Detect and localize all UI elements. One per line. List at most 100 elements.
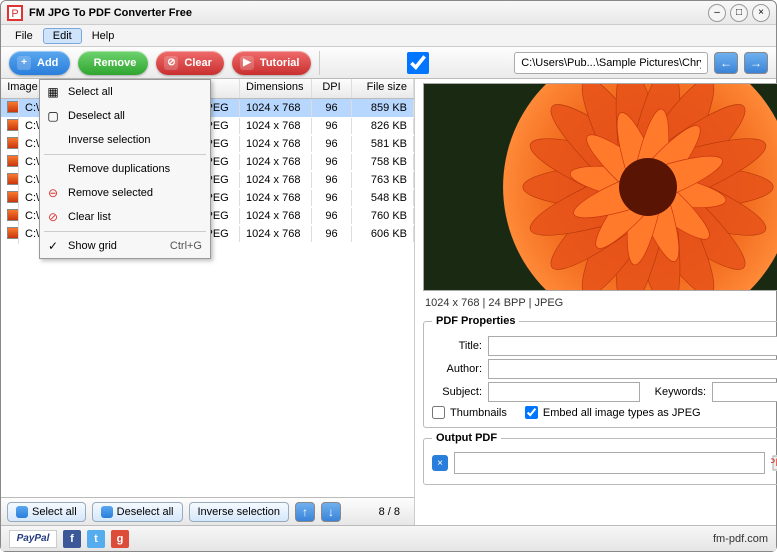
minimize-button[interactable]: –	[708, 4, 726, 22]
footer-inverse-selection[interactable]: Inverse selection	[189, 502, 290, 522]
cell-dpi: 96	[312, 208, 352, 224]
maximize-button[interactable]: □	[730, 4, 748, 22]
cell-dpi: 96	[312, 154, 352, 170]
cell-dpi: 96	[312, 190, 352, 206]
pdf-icon: PDF	[771, 455, 777, 471]
close-button[interactable]: ×	[752, 4, 770, 22]
output-pdf-group: Output PDF × PDF ▶Start	[423, 432, 777, 485]
author-input[interactable]	[488, 359, 777, 379]
deselect-all-icon	[101, 506, 113, 518]
menu-deselect-all[interactable]: ▢Deselect all	[40, 104, 210, 128]
facebook-icon[interactable]: f	[63, 530, 81, 548]
col-dimensions[interactable]: Dimensions	[240, 79, 312, 98]
clear-label: Clear	[184, 57, 212, 69]
thumbnail-icon	[7, 101, 19, 113]
clear-button[interactable]: ⊘ Clear	[156, 51, 224, 75]
preview-info-left: 1024 x 768 | 24 BPP | JPEG	[425, 297, 563, 309]
remove-label: Remove	[94, 57, 137, 69]
thumbnail-icon	[7, 119, 19, 131]
keywords-input[interactable]	[712, 382, 777, 402]
thumbnail-icon	[7, 227, 19, 239]
menu-select-all[interactable]: ▦Select all	[40, 80, 210, 104]
svg-text:P: P	[11, 8, 18, 20]
col-dpi[interactable]: DPI	[312, 79, 352, 98]
thumbnail-icon	[7, 155, 19, 167]
footer-deselect-all[interactable]: Deselect all	[92, 502, 183, 522]
svg-text:PDF: PDF	[771, 457, 777, 469]
app-icon: P	[7, 5, 23, 21]
menu-remove-duplications[interactable]: Remove duplications	[40, 157, 210, 181]
clear-icon: ⊘	[164, 56, 178, 70]
path-display[interactable]	[514, 52, 708, 74]
title-input[interactable]	[488, 336, 777, 356]
col-filesize[interactable]: File size	[352, 79, 414, 98]
remove-button[interactable]: Remove	[78, 51, 148, 75]
file-list-pane: Image Format Dimensions DPI File size C:…	[1, 79, 415, 525]
site-link[interactable]: fm-pdf.com	[713, 533, 768, 545]
cell-size: 763 KB	[352, 172, 414, 188]
path-checkbox[interactable]	[328, 52, 508, 74]
menu-show-grid[interactable]: ✓Show gridCtrl+G	[40, 234, 210, 258]
subject-label: Subject:	[432, 386, 482, 398]
menu-file[interactable]: File	[5, 28, 43, 44]
thumbnails-checkbox[interactable]	[432, 406, 445, 419]
menu-inverse-selection[interactable]: Inverse selection	[40, 128, 210, 152]
output-pdf-legend: Output PDF	[432, 432, 501, 444]
twitter-icon[interactable]: t	[87, 530, 105, 548]
pdf-properties-group: PDF Properties Title: Author: Subject: K…	[423, 315, 777, 428]
output-path-input[interactable]	[454, 452, 765, 474]
cell-dpi: 96	[312, 118, 352, 134]
cell-dpi: 96	[312, 100, 352, 116]
plus-icon: +	[17, 56, 31, 70]
footer-select-all[interactable]: Select all	[7, 502, 86, 522]
paypal-button[interactable]: PayPal	[9, 530, 57, 548]
cell-dimensions: 1024 x 768	[240, 190, 312, 206]
move-down-button[interactable]: ↓	[321, 502, 341, 522]
next-button[interactable]: →	[744, 52, 768, 74]
select-all-icon: ▦	[45, 84, 61, 100]
menu-clear-list[interactable]: ⊘Clear list	[40, 205, 210, 229]
list-footer: Select all Deselect all Inverse selectio…	[1, 497, 414, 525]
clear-output-button[interactable]: ×	[432, 455, 448, 471]
prev-button[interactable]: ←	[714, 52, 738, 74]
cell-dimensions: 1024 x 768	[240, 118, 312, 134]
cell-dimensions: 1024 x 768	[240, 226, 312, 242]
subject-input[interactable]	[488, 382, 640, 402]
cell-size: 826 KB	[352, 118, 414, 134]
forbidden-icon: ⊘	[45, 209, 61, 225]
cell-size: 760 KB	[352, 208, 414, 224]
cell-size: 758 KB	[352, 154, 414, 170]
minus-icon: ⊖	[45, 185, 61, 201]
tutorial-button[interactable]: ▶ Tutorial	[232, 51, 312, 75]
menu-remove-selected[interactable]: ⊖Remove selected	[40, 181, 210, 205]
cell-dimensions: 1024 x 768	[240, 208, 312, 224]
titlebar: P FM JPG To PDF Converter Free – □ ×	[1, 1, 776, 25]
menu-edit[interactable]: Edit	[43, 28, 82, 44]
add-button[interactable]: + Add	[9, 51, 70, 75]
move-up-button[interactable]: ↑	[295, 502, 315, 522]
check-icon: ✓	[45, 238, 61, 254]
cell-size: 859 KB	[352, 100, 414, 116]
embed-checkbox[interactable]	[525, 406, 538, 419]
author-label: Author:	[432, 363, 482, 375]
tutorial-label: Tutorial	[260, 57, 300, 69]
menu-help[interactable]: Help	[82, 28, 125, 44]
shortcut-label: Ctrl+G	[170, 240, 202, 252]
cell-size: 606 KB	[352, 226, 414, 242]
keywords-label: Keywords:	[646, 386, 706, 398]
cell-dpi: 96	[312, 226, 352, 242]
item-count: 8 / 8	[371, 506, 408, 518]
cell-dimensions: 1024 x 768	[240, 172, 312, 188]
statusbar: PayPal f t g fm-pdf.com	[1, 525, 776, 551]
preview-pane: 1024 x 768 | 24 BPP | JPEG Scale: 28 % P…	[415, 79, 777, 525]
window-title: FM JPG To PDF Converter Free	[29, 7, 708, 19]
embed-checkbox-label[interactable]: Embed all image types as JPEG	[525, 406, 701, 419]
add-label: Add	[37, 57, 58, 69]
googleplus-icon[interactable]: g	[111, 530, 129, 548]
thumbnail-icon	[7, 209, 19, 221]
thumbnails-checkbox-label[interactable]: Thumbnails	[432, 406, 507, 419]
edit-dropdown-menu: ▦Select all ▢Deselect all Inverse select…	[39, 79, 211, 259]
play-icon: ▶	[240, 56, 254, 70]
image-preview	[423, 83, 777, 291]
deselect-all-icon: ▢	[45, 108, 61, 124]
